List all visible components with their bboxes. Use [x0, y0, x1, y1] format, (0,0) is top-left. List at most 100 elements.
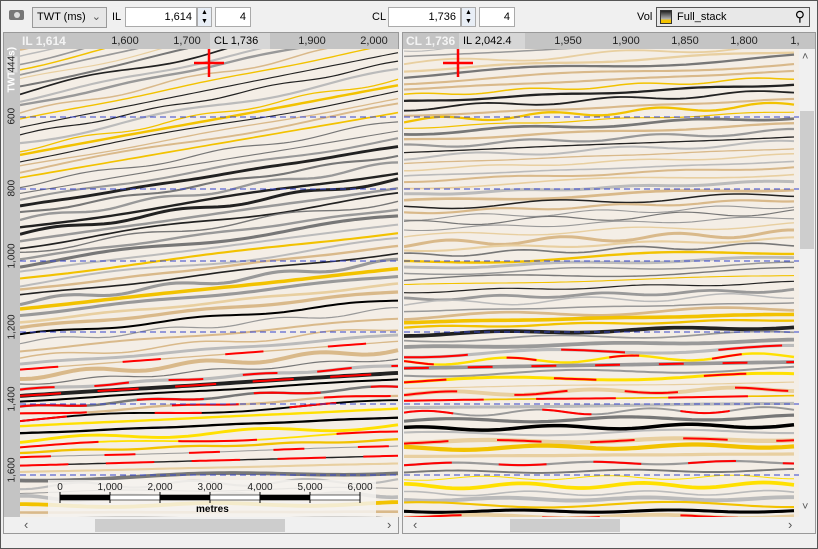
spin-down-icon[interactable]: ▼	[462, 17, 475, 26]
y-tick: 600	[6, 107, 18, 125]
y-top-value: 444	[6, 55, 18, 73]
reflector	[404, 148, 795, 165]
x-tick: 1,700	[173, 35, 201, 47]
reflector	[20, 90, 399, 163]
scale-bar-segment	[309, 494, 361, 501]
scrollbar-thumb[interactable]	[800, 111, 814, 249]
reflector	[404, 474, 795, 481]
reflector	[404, 452, 794, 458]
spin-down-icon[interactable]: ▼	[198, 17, 211, 26]
x-tick: 1,900	[612, 35, 640, 47]
reflector	[404, 422, 795, 432]
camera-icon[interactable]	[9, 10, 24, 20]
inline-panel: IL 1,614 1,600 1,700 CL 1,736 1,900 2,00…	[3, 32, 399, 534]
vol-label: Vol	[637, 11, 653, 23]
reflector	[404, 188, 795, 202]
scale-bar-tick: 5,000	[297, 482, 322, 493]
cursor-position-label: CL 1,736	[210, 33, 270, 49]
spin-up-icon[interactable]: ▲	[462, 8, 475, 17]
crossline-panel: CL 1,736 IL 2,042.4 1,950 1,900 1,850 1,…	[402, 32, 816, 534]
reflector	[20, 317, 399, 353]
scroll-right-icon[interactable]: ›	[387, 517, 391, 532]
y-tick: 1,200	[6, 314, 18, 340]
domain-select[interactable]: TWT (ms) ⌄	[32, 7, 107, 28]
reflector	[20, 177, 399, 236]
reflector	[404, 500, 794, 509]
scale-bar-unit: metres	[196, 504, 229, 515]
horizontal-scrollbar[interactable]: ‹ ›	[403, 517, 799, 533]
seismic-section-inline[interactable]	[20, 49, 399, 517]
panel-title: IL 1,614	[22, 34, 66, 48]
scale-bar-tick: 1,000	[97, 482, 122, 493]
panel-title: CL 1,736	[406, 34, 456, 48]
domain-select-value: TWT (ms)	[37, 11, 86, 23]
reflector	[404, 468, 795, 474]
reflector	[404, 480, 795, 491]
volume-name: Full_stack	[677, 11, 727, 23]
reflector	[404, 413, 795, 424]
scrollbar-thumb[interactable]	[510, 519, 620, 532]
seismic-texture	[404, 49, 799, 517]
reflector	[20, 214, 399, 269]
scroll-left-icon[interactable]: ‹	[24, 517, 28, 532]
y-tick: 1,400	[6, 386, 18, 412]
scrollbar-thumb[interactable]	[95, 519, 285, 532]
scale-bar-tick: 4,000	[247, 482, 272, 493]
scale-bar-tick: 6,000	[347, 482, 372, 493]
y-axis: TWT (ms) 444 600 800 1,000 1,200 1,400 1…	[4, 47, 20, 517]
volume-select[interactable]: Full_stack ⚲	[656, 7, 810, 27]
volume-cube-icon	[660, 10, 672, 24]
x-tick: 1,	[790, 35, 800, 47]
cl-spinner[interactable]: ▲ ▼	[461, 7, 476, 27]
scale-bar-tick: 2,000	[147, 482, 172, 493]
reflector	[404, 508, 795, 514]
cl-input[interactable]: 1,736	[388, 7, 461, 27]
x-tick: 1,900	[298, 35, 326, 47]
reflector	[404, 222, 795, 238]
il-input[interactable]: 1,614	[125, 7, 197, 27]
y-tick: 1,000	[6, 243, 18, 269]
scroll-down-icon[interactable]: ˅	[802, 501, 808, 513]
search-icon[interactable]: ⚲	[795, 8, 805, 25]
il-step-input[interactable]: 4	[215, 7, 251, 27]
scale-bar-tick: 0	[57, 482, 63, 493]
spin-up-icon[interactable]: ▲	[198, 8, 211, 17]
cl-label: CL	[372, 11, 387, 23]
reflector	[404, 394, 795, 402]
seismic-texture	[20, 49, 399, 517]
scale-bar-segment	[159, 494, 211, 501]
seismic-section-crossline[interactable]	[404, 49, 799, 517]
reflector	[404, 160, 795, 177]
horizontal-scrollbar[interactable]: ‹ ›	[4, 517, 398, 533]
scale-bar-segment	[109, 494, 161, 501]
scroll-up-icon[interactable]: ˄	[802, 51, 808, 63]
scale-bar-tick: 3,000	[197, 482, 222, 493]
reflector	[20, 172, 399, 229]
x-tick: 1,950	[554, 35, 582, 47]
x-tick: 1,800	[730, 35, 758, 47]
reflector	[404, 385, 795, 398]
scale-bar-segment	[259, 494, 311, 501]
reflector	[20, 407, 399, 428]
reflector	[404, 489, 795, 497]
y-tick: 800	[6, 179, 18, 197]
x-tick: 1,850	[671, 35, 699, 47]
x-axis-header: IL 1,614 1,600 1,700 CL 1,736 1,900 2,00…	[4, 33, 398, 49]
scroll-left-icon[interactable]: ‹	[413, 517, 417, 532]
scale-bar-segment	[209, 494, 261, 501]
x-axis-header: CL 1,736 IL 2,042.4 1,950 1,900 1,850 1,…	[403, 33, 815, 49]
x-tick: 2,000	[360, 35, 388, 47]
scale-bar: 0 1,000 2,000 3,000 4,000 5,000 6,000 metres	[48, 480, 376, 517]
il-spinner[interactable]: ▲ ▼	[197, 7, 212, 27]
reflector	[404, 495, 794, 503]
cl-step-input[interactable]: 4	[479, 7, 515, 27]
y-tick: 1,600	[6, 457, 18, 483]
chevron-down-icon: ⌄	[91, 11, 101, 23]
scroll-right-icon[interactable]: ›	[788, 517, 792, 532]
cursor-position-label: IL 2,042.4	[459, 33, 525, 49]
il-label: IL	[112, 11, 122, 23]
y-axis-title: TWT (ms)	[7, 47, 18, 93]
reflector	[404, 442, 795, 453]
reflector	[20, 161, 399, 222]
vertical-scrollbar[interactable]: ˄ ˅	[799, 49, 815, 517]
